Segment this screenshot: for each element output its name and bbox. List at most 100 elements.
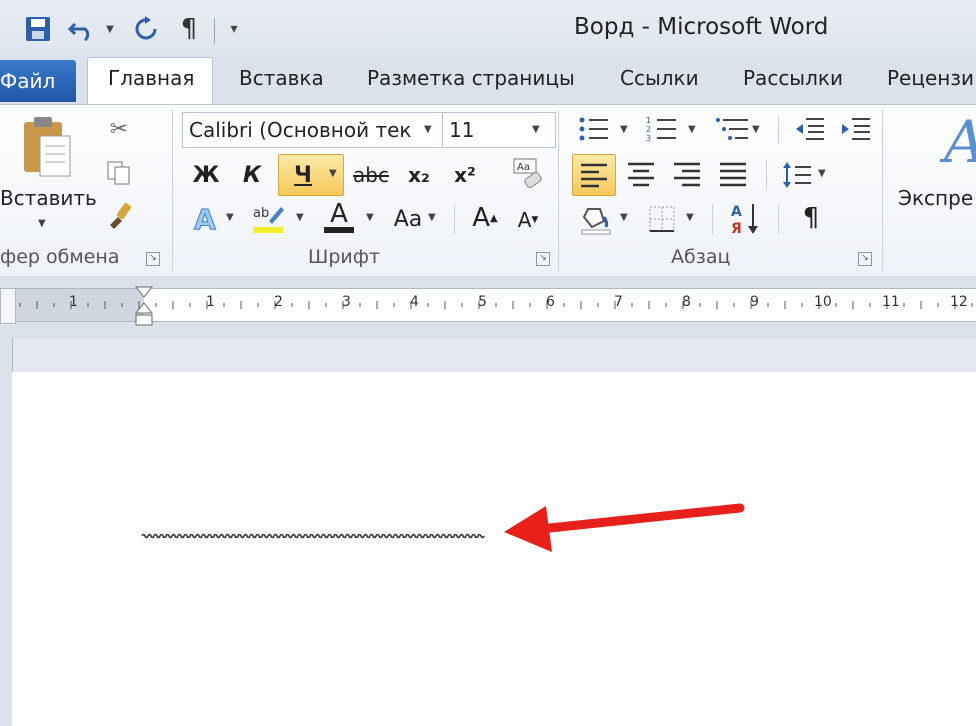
numbering-button[interactable]: 123 [644, 114, 680, 144]
multilevel-list-button[interactable] [712, 114, 752, 144]
change-case-dropdown-icon[interactable]: ▼ [428, 212, 436, 223]
tab-page-layout[interactable]: Разметка страницы [367, 66, 575, 90]
tab-references[interactable]: Ссылки [620, 66, 699, 90]
subscript-button[interactable]: x₂ [402, 158, 436, 192]
shading-button[interactable] [578, 202, 614, 236]
align-left-button[interactable] [572, 154, 616, 196]
clipboard-icon [24, 117, 71, 177]
clear-formatting-button[interactable]: Aa [510, 156, 546, 192]
indent-marker[interactable] [134, 285, 154, 329]
svg-text:2: 2 [646, 125, 651, 134]
undo-button[interactable] [64, 14, 100, 44]
svg-text:Aa: Aa [517, 162, 530, 173]
redo-button[interactable] [130, 14, 164, 44]
align-center-button[interactable] [624, 158, 658, 190]
decrease-indent-icon [796, 118, 824, 140]
tab-review[interactable]: Рецензи [887, 66, 974, 90]
align-center-icon [628, 162, 654, 187]
text-effects-button[interactable]: A [188, 202, 222, 236]
change-case-button[interactable]: Aa [388, 202, 428, 236]
undo-dropdown-icon[interactable]: ▼ [102, 14, 118, 44]
numbering-dropdown-icon[interactable]: ▼ [688, 124, 696, 135]
ruler-number: 3 [342, 294, 351, 310]
svg-text:А: А [731, 204, 742, 220]
ruler-number: 1 [206, 294, 215, 310]
paste-label[interactable]: Вставить [0, 186, 97, 210]
customize-qat-icon[interactable]: ▾ [224, 14, 244, 44]
tab-home[interactable]: Главная [108, 66, 194, 90]
redo-icon [135, 16, 157, 40]
font-color-dropdown-icon[interactable]: ▼ [366, 212, 374, 223]
paste-button[interactable] [14, 112, 78, 182]
justify-button[interactable] [716, 158, 750, 190]
align-left-icon [581, 163, 607, 188]
paragraph-launcher-icon[interactable]: ↘ [858, 252, 872, 266]
save-button[interactable] [20, 14, 56, 44]
ruler-number: 8 [682, 294, 691, 310]
tab-mailings[interactable]: Рассылки [743, 66, 843, 90]
font-launcher-icon[interactable]: ↘ [536, 252, 550, 266]
borders-dropdown-icon[interactable]: ▼ [686, 212, 694, 223]
font-divider [454, 204, 455, 234]
italic-button[interactable]: К [236, 158, 268, 192]
paste-dropdown-icon[interactable]: ▼ [38, 218, 46, 229]
text-effects-dropdown-icon[interactable]: ▼ [226, 212, 234, 223]
paragraph-divider [712, 204, 713, 234]
svg-text:1: 1 [646, 116, 651, 125]
font-size-dropdown-icon[interactable]: ▼ [532, 124, 540, 135]
align-right-icon [674, 162, 700, 187]
sort-button[interactable]: АЯ [726, 200, 766, 238]
paragraph-divider [778, 204, 779, 234]
bold-button[interactable]: Ж [190, 158, 222, 192]
borders-icon [649, 206, 675, 232]
group-divider [558, 110, 559, 272]
decrease-indent-button[interactable] [792, 114, 828, 144]
tab-file[interactable]: Файл [0, 60, 76, 102]
qat-divider [214, 18, 215, 44]
clipboard-launcher-icon[interactable]: ↘ [146, 252, 160, 266]
line-spacing-dropdown-icon[interactable]: ▼ [818, 168, 826, 179]
bullets-button[interactable] [576, 114, 612, 144]
show-hide-marks-button[interactable]: ¶ [796, 200, 826, 236]
indent-marker-icon [134, 286, 154, 326]
shading-dropdown-icon[interactable]: ▼ [620, 212, 628, 223]
highlight-button[interactable]: ab [250, 200, 286, 236]
highlight-dropdown-icon[interactable]: ▼ [296, 212, 304, 223]
grow-font-glyph: A [472, 203, 491, 233]
bullets-dropdown-icon[interactable]: ▼ [620, 124, 628, 135]
show-marks-button[interactable]: ¶ [174, 14, 204, 44]
copy-icon[interactable] [104, 158, 134, 188]
highlighter-icon: ab [253, 206, 284, 233]
svg-text:Я: Я [731, 221, 742, 237]
shrink-font-button[interactable]: A ▼ [514, 204, 542, 236]
borders-button[interactable] [644, 202, 680, 236]
save-icon [26, 17, 50, 41]
group-divider [882, 110, 883, 272]
paragraph-divider [778, 116, 779, 144]
bullets-icon [579, 117, 608, 141]
increase-indent-button[interactable] [838, 114, 874, 144]
format-painter-icon[interactable] [104, 200, 138, 232]
multilevel-dropdown-icon[interactable]: ▼ [752, 124, 760, 135]
ruler-number: 4 [410, 294, 419, 310]
ruler-number: 9 [750, 294, 759, 310]
font-name-combo[interactable]: Calibri (Основной тек [182, 112, 446, 148]
font-color-button[interactable]: A [322, 198, 356, 236]
document-page[interactable] [12, 372, 976, 726]
styles-gallery-icon[interactable]: A [944, 108, 976, 176]
line-spacing-button[interactable] [780, 158, 814, 192]
tab-insert[interactable]: Вставка [239, 66, 324, 90]
sort-icon: АЯ [731, 204, 758, 237]
express-styles-label[interactable]: Экспре [898, 186, 973, 210]
align-right-button[interactable] [670, 158, 704, 190]
ruler-number: 7 [614, 294, 623, 310]
cut-icon[interactable]: ✂ [104, 114, 134, 144]
ruler-number: 6 [546, 294, 555, 310]
justify-icon [720, 162, 746, 187]
strikethrough-button[interactable]: abc [352, 158, 390, 192]
grow-font-button[interactable]: A ▲ [470, 200, 500, 236]
superscript-button[interactable]: x² [448, 158, 482, 192]
font-name-dropdown-icon[interactable]: ▼ [424, 124, 432, 135]
underline-dropdown-icon[interactable]: ▼ [329, 168, 337, 179]
ruler-number: 12 [950, 294, 968, 310]
